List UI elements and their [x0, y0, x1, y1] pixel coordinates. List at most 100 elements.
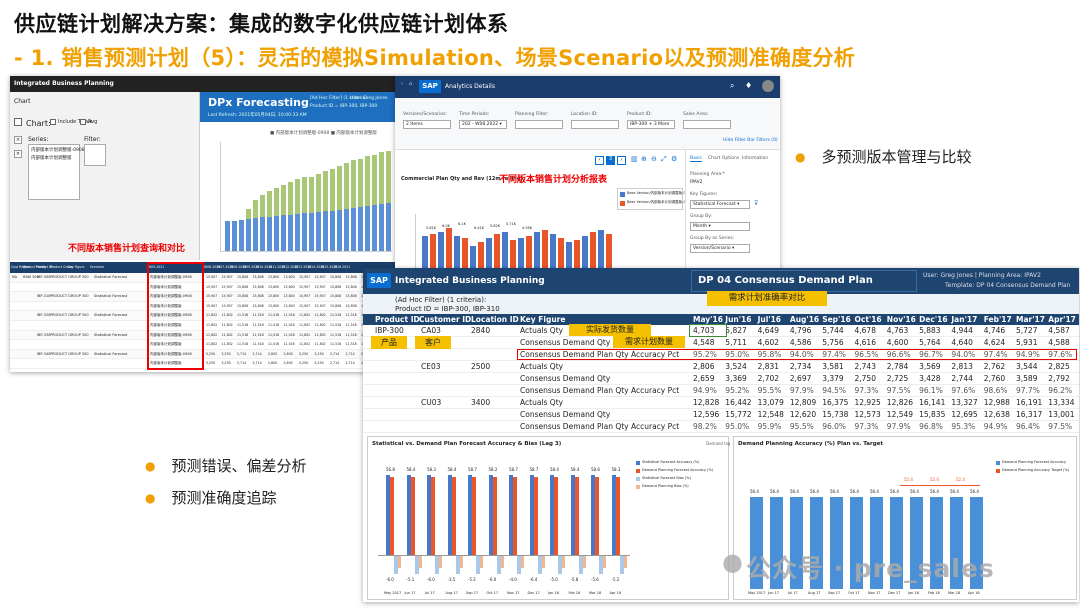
cell-value: 95.3%	[951, 422, 976, 431]
cell-value: 2,714	[237, 351, 247, 356]
grid-row: Consensus Demand Plan Qty Accuracy Pct 94…	[363, 385, 1079, 397]
accuracy-label: 58.4	[447, 467, 457, 472]
chart-type-icon[interactable]: ▥	[631, 155, 638, 163]
cell-value: 15,738	[822, 410, 849, 419]
screenshot-dpx-forecasting: Integrated Business Planning Chart Chart…	[10, 76, 395, 372]
bar-segment-blue	[316, 212, 321, 251]
group-by-label: Group By:	[690, 214, 713, 219]
page-button[interactable]: 3	[606, 156, 615, 165]
cell-value: 15,907	[206, 284, 218, 289]
value-label: 56.4	[910, 489, 919, 494]
bar-dp-bias	[623, 556, 627, 568]
cell-value: 12,596	[693, 410, 720, 419]
tab-information[interactable]: Information	[742, 156, 768, 161]
month-label: Apr 18	[609, 591, 622, 595]
cell-value: 13,800	[268, 294, 280, 299]
cell-value: 97.9%	[789, 386, 814, 395]
tab-chart-options[interactable]: Chart Options	[708, 156, 739, 161]
cell-value: 2,762	[983, 362, 1006, 371]
avatar[interactable]	[762, 80, 774, 92]
month-label: Mar 18	[589, 591, 602, 595]
cell-value: 2,743	[854, 362, 876, 371]
cell-value: 13,800	[268, 284, 280, 289]
col-header: Location ID	[471, 315, 519, 324]
tab-basic[interactable]: Basic	[690, 156, 702, 162]
bullet-text: 预测错误、偏差分析	[171, 457, 307, 475]
bell-icon[interactable]: ♦	[745, 81, 752, 90]
prev-button[interactable]: ‹	[595, 156, 604, 165]
series-toggle[interactable]: ×	[14, 150, 22, 158]
cell-product-id: IBP-340	[37, 351, 51, 356]
cell-value: 4,746	[983, 326, 1006, 335]
cell-value: 2,659	[693, 374, 715, 383]
sales-area-input[interactable]	[683, 120, 731, 129]
series-listbox[interactable]: 内部版本计划调整版-0908 内部版本计划调整版	[28, 144, 85, 200]
fullscreen-icon[interactable]: ⤢	[661, 155, 667, 164]
cell-location-id: 2840	[471, 326, 491, 335]
cell-value: 15,808	[237, 275, 249, 279]
bullet-item: ● 多预测版本管理与比较	[795, 148, 972, 166]
back-icon[interactable]: ‹	[401, 81, 403, 87]
bar-segment-green	[386, 151, 391, 203]
key-figures-select[interactable]: Statistical Forecast ▾	[690, 200, 750, 209]
cell-value: 11,518	[330, 332, 342, 337]
target-line	[900, 485, 980, 486]
value-label: 56.4	[770, 489, 779, 494]
cell-value: 15,907	[299, 275, 311, 279]
series-item[interactable]: 内部版本计划调整版-0908	[29, 145, 85, 155]
cell-value: 16,317	[1016, 410, 1043, 419]
value-label: 56.4	[930, 489, 939, 494]
series-toggle[interactable]: ×	[14, 136, 22, 144]
planning-filter-input[interactable]	[515, 120, 563, 129]
cell-value: 15,835	[919, 410, 946, 419]
filter-icon[interactable]: ⊽	[754, 200, 758, 207]
cell-value: 11,802	[221, 342, 233, 347]
col-header: Key Figure	[68, 265, 85, 269]
accuracy-label: 58.3	[427, 467, 436, 472]
group-by-select[interactable]: Month ▾	[690, 222, 750, 231]
bar-segment-green	[253, 200, 258, 218]
cell-value: 15,808	[330, 294, 342, 299]
bar-dp-accuracy	[410, 477, 415, 555]
cell-value: 15,907	[221, 284, 233, 289]
cell-product-id: IBP-300	[37, 275, 51, 279]
bar-segment-blue	[386, 203, 391, 251]
product-select[interactable]: IBP-300 + 3 More	[627, 120, 675, 129]
cell-value: 5,250	[206, 351, 216, 356]
time-label: Time Periods:	[459, 112, 490, 117]
bar-segment-green	[323, 171, 328, 211]
cell-value: 4,944	[951, 326, 973, 335]
group-series-label: Group By as Series:	[690, 236, 735, 241]
bar-segment-blue	[337, 210, 342, 251]
time-select[interactable]: 202 - W08.2022 ▾	[459, 120, 507, 129]
zoom-in-icon[interactable]: ⊕	[641, 155, 647, 163]
versions-select[interactable]: 2 Items	[403, 120, 451, 129]
product-filter: Product ID = IBP-300, IBP-300	[310, 104, 378, 109]
cell-value: 15,907	[206, 303, 218, 308]
cell-product-group: PRODUCT GROUP 300	[50, 294, 89, 299]
next-button[interactable]: ›	[617, 156, 626, 165]
cell-value: 15,808	[237, 303, 249, 308]
settings-icon[interactable]: ⚙	[671, 155, 677, 163]
filter-box[interactable]	[84, 144, 106, 166]
bar-segment-blue	[379, 204, 384, 251]
bar-label: 5.81K	[426, 226, 437, 230]
bar-segment-green	[260, 195, 265, 217]
search-icon[interactable]: ⌕	[730, 81, 734, 91]
cell-value: 13,800	[268, 303, 280, 308]
avg-checkbox[interactable]	[80, 119, 86, 125]
cell-value: 11,518	[345, 313, 357, 318]
series-item[interactable]: 内部版本计划调整版	[29, 155, 79, 161]
group-series-select[interactable]: Version/Scenario ▾	[690, 244, 750, 253]
hide-filter-link[interactable]: Hide Filter Bar Filters (0)	[723, 138, 778, 143]
location-input[interactable]	[571, 120, 619, 129]
bar-dp-accuracy	[492, 477, 497, 555]
chart-checkbox[interactable]	[14, 118, 22, 126]
cell-value: 95.9%	[757, 422, 782, 431]
cell-value: 3,544	[1016, 362, 1038, 371]
grid-row: CE03 2500 Actuals Qty 2,806 3,524 2,831 2,734 3…	[363, 361, 1079, 373]
home-icon[interactable]: ⌂	[409, 81, 412, 87]
zoom-out-icon[interactable]: ⊖	[651, 155, 657, 163]
include-totals-checkbox[interactable]	[50, 119, 56, 125]
cell-product-group: PRODUCT GROUP 300	[50, 332, 89, 337]
